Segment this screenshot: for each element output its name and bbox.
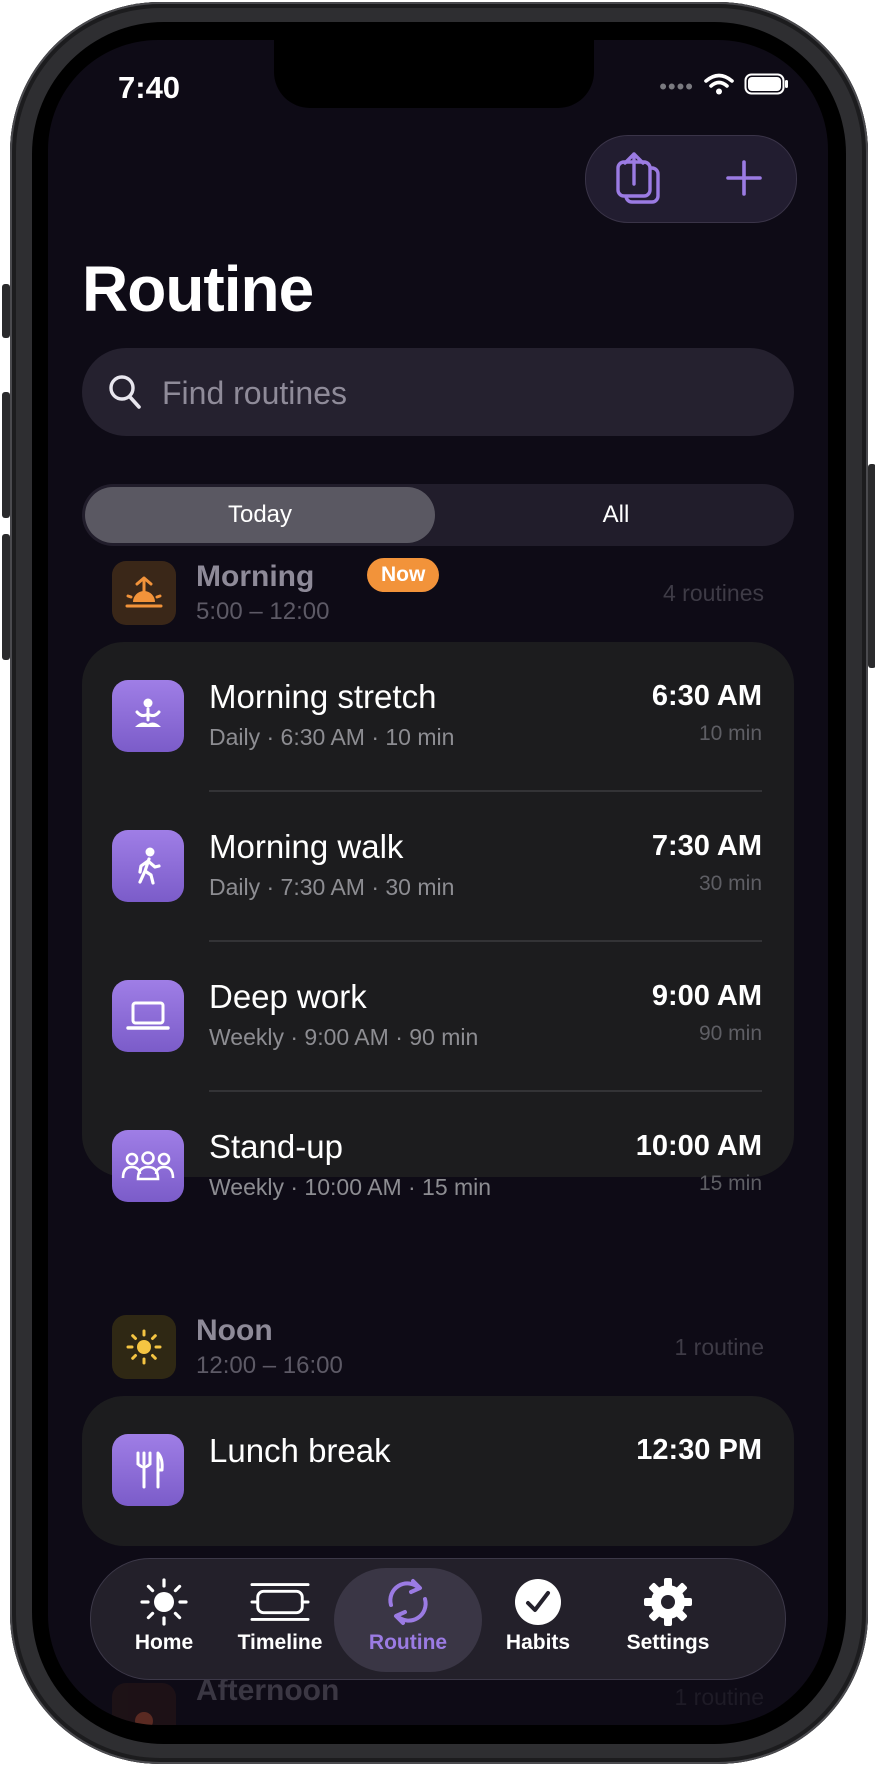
tab-settings[interactable]: Settings [603,1559,733,1679]
routine-duration: 30 min [698,872,762,895]
gear-icon [638,1575,698,1629]
section-header-noon: Noon 12:00 – 16:00 1 routine [112,1312,764,1382]
routine-time: 6:30 AM [651,680,762,712]
routine-time: 7:30 AM [651,830,762,862]
cycle-icon [378,1575,438,1629]
tab-home[interactable]: Home [99,1559,229,1679]
laptop-icon [112,980,184,1052]
routine-title: Stand-up [209,1128,343,1165]
tab-bar: Home Timeline Routine Habits Settings [90,1558,786,1680]
sunset-icon [112,1683,176,1725]
routine-duration: 90 min [698,1022,762,1045]
status-icons: •••• [659,73,790,100]
search-input[interactable] [160,348,764,438]
tab-habits[interactable]: Habits [473,1559,603,1679]
header-actions [585,135,797,223]
segmented-control: Today All [82,484,794,546]
routine-subtitle: Daily · 6:30 AM · 10 min [209,724,455,750]
routine-row[interactable]: Stand-up Weekly · 10:00 AM · 15 min 10:0… [82,1092,794,1242]
section-header-morning: Morning Now 5:00 – 12:00 4 routines [112,558,764,628]
tab-label: Settings [626,1631,710,1654]
routine-subtitle: Weekly · 10:00 AM · 15 min [209,1174,492,1200]
signal-icon: •••• [659,73,694,99]
walking-icon [112,830,184,902]
tab-label: Routine [368,1631,448,1654]
routine-row[interactable]: Morning stretch Daily · 6:30 AM · 10 min… [82,642,794,792]
routine-title: Deep work [209,978,367,1015]
share-button[interactable] [608,150,668,210]
tab-label: Timeline [237,1631,323,1654]
section-time-range: 5:00 – 12:00 [196,598,330,625]
section-header-afternoon: Afternoon 1 routine [112,1674,764,1725]
routine-row[interactable]: Lunch break 12:30 PM [82,1396,794,1546]
routine-duration: 15 min [698,1172,762,1195]
battery-icon [744,73,790,100]
status-time: 7:40 [118,70,181,105]
group-icon [112,1130,184,1202]
routine-time: 12:30 PM [636,1434,762,1466]
routine-row[interactable]: Deep work Weekly · 9:00 AM · 90 min 9:00… [82,942,794,1092]
routine-duration: 10 min [698,722,762,745]
section-title: Noon [196,1314,273,1347]
routine-subtitle: Daily · 7:30 AM · 30 min [209,874,455,900]
routine-row[interactable]: Morning walk Daily · 7:30 AM · 30 min 7:… [82,792,794,942]
section-title: Morning [196,560,315,593]
tab-label: Habits [505,1631,571,1654]
sunrise-icon [112,561,176,625]
segment-all[interactable]: All [438,484,794,546]
routine-time: 10:00 AM [635,1130,762,1162]
share-icon [612,150,664,211]
section-count: 1 routine [674,1334,764,1360]
noon-routines-card: Lunch break 12:30 PM [82,1396,794,1546]
now-badge: Now [367,558,440,592]
morning-routines-card: Morning stretch Daily · 6:30 AM · 10 min… [82,642,794,1202]
app-screen: 7:40 •••• Routine Find routines Today Al… [48,40,828,1725]
tab-routine[interactable]: Routine [343,1559,473,1679]
add-routine-button[interactable] [714,150,774,210]
tab-label: Home [134,1631,194,1654]
fork-knife-icon [112,1434,184,1506]
page-title: Routine [82,253,314,325]
plus-icon [724,158,764,203]
routine-title: Morning stretch [209,678,437,715]
timeline-icon [250,1575,310,1629]
routine-time: 9:00 AM [651,980,762,1012]
wifi-icon [704,73,734,100]
search-icon [106,372,144,417]
routine-subtitle: Weekly · 9:00 AM · 90 min [209,1024,479,1050]
segment-today[interactable]: Today [82,484,438,546]
checkmark-circle-icon [508,1575,568,1629]
search-bar[interactable] [82,348,794,438]
meditation-icon [112,680,184,752]
section-count: 1 routine [674,1684,764,1710]
routine-title: Lunch break [209,1432,391,1469]
notch [274,40,594,108]
section-time-range: 12:00 – 16:00 [196,1352,343,1379]
tab-timeline[interactable]: Timeline [215,1559,345,1679]
routine-title: Morning walk [209,828,404,865]
sun-icon [112,1315,176,1379]
sun-icon [134,1575,194,1629]
section-count: 4 routines [662,580,764,606]
